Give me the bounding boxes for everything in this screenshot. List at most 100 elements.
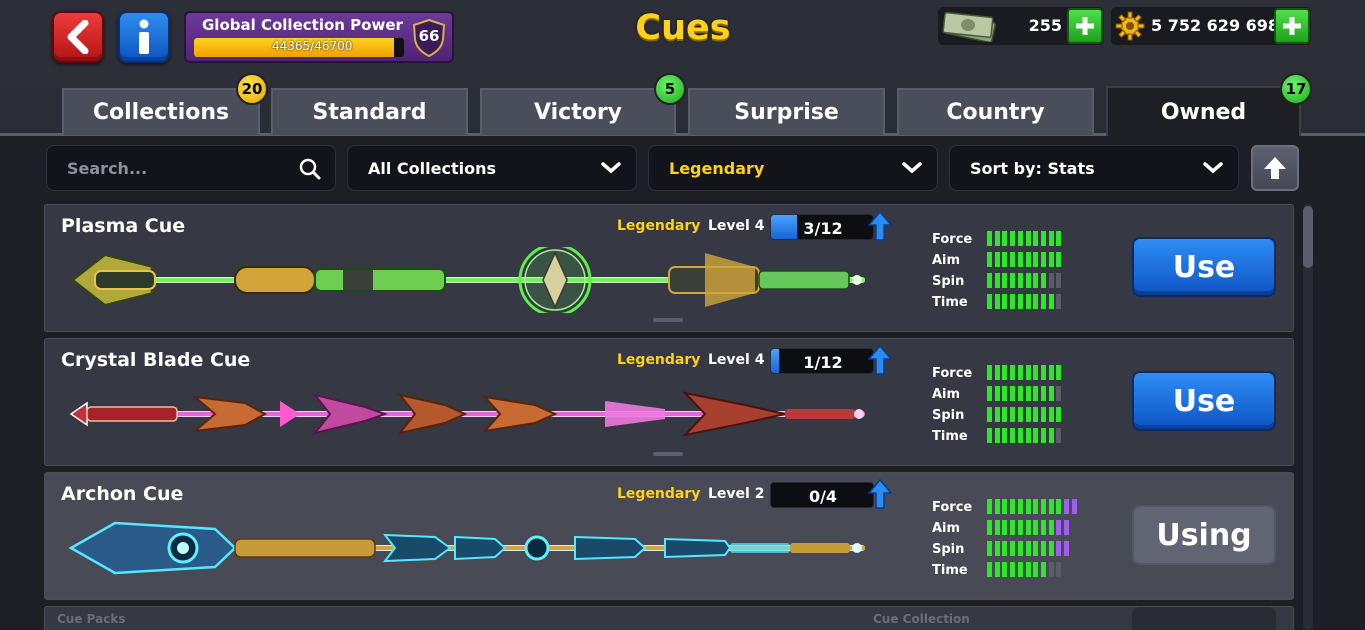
tab-victory[interactable]: Victory bbox=[480, 88, 676, 135]
add-coins-button[interactable] bbox=[1274, 8, 1310, 44]
stat-segment bbox=[1002, 231, 1008, 246]
stat-segment bbox=[1010, 252, 1016, 267]
stat-segment bbox=[1017, 407, 1023, 422]
stat-bar bbox=[987, 520, 1097, 535]
cue-upgrade-progress: 1/12 bbox=[770, 348, 874, 374]
info-button[interactable] bbox=[118, 11, 170, 63]
sort-dropdown[interactable]: Sort by: Stats bbox=[949, 145, 1239, 191]
row-drag-handle bbox=[653, 318, 683, 322]
cue-rarity: Legendary bbox=[617, 218, 701, 234]
stat-segment bbox=[1002, 407, 1008, 422]
stat-segment bbox=[1033, 386, 1039, 401]
stat-label: Aim bbox=[932, 521, 961, 536]
stat-segment bbox=[1002, 499, 1008, 514]
stat-segment bbox=[1040, 386, 1046, 401]
global-collection-power[interactable]: Global Collection Power 44365/46700 66 bbox=[184, 11, 454, 63]
stat-segment bbox=[1048, 365, 1054, 380]
stat-time: Time bbox=[932, 294, 1102, 310]
top-bar: Global Collection Power 44365/46700 66 C… bbox=[0, 0, 1365, 86]
stat-segment bbox=[1056, 499, 1062, 514]
stat-segment bbox=[1056, 562, 1062, 577]
stat-segment bbox=[1025, 231, 1031, 246]
stat-segment bbox=[1040, 541, 1046, 556]
stat-segment bbox=[1025, 520, 1031, 535]
stat-segment bbox=[1056, 294, 1062, 309]
stat-segment bbox=[1048, 231, 1054, 246]
stat-segment bbox=[1025, 541, 1031, 556]
stat-segment bbox=[1056, 541, 1062, 556]
stat-segment bbox=[994, 541, 1000, 556]
stat-force: Force bbox=[932, 365, 1102, 381]
stat-segment bbox=[1010, 499, 1016, 514]
stat-label: Spin bbox=[932, 408, 965, 423]
use-cue-button[interactable]: Use bbox=[1132, 371, 1276, 431]
tab-surprise[interactable]: Surprise bbox=[688, 88, 885, 135]
stat-segment bbox=[987, 428, 992, 443]
cue-row-plasma[interactable]: Plasma Cue Legendary Level 4 3/12 Force … bbox=[44, 204, 1294, 332]
stat-segment bbox=[994, 520, 1000, 535]
stat-segment bbox=[1010, 428, 1016, 443]
tab-standard[interactable]: Standard bbox=[271, 88, 468, 135]
search-input[interactable]: Search... bbox=[46, 145, 336, 191]
back-button[interactable] bbox=[52, 11, 104, 63]
stat-segment bbox=[1017, 541, 1023, 556]
tab-badge-victory: 5 bbox=[654, 73, 686, 105]
using-cue-button[interactable]: Using bbox=[1132, 505, 1276, 565]
crystal-blade-cue-image bbox=[69, 391, 865, 437]
cue-name: Plasma Cue bbox=[61, 215, 186, 237]
tab-label: Collections bbox=[92, 100, 230, 125]
stat-segment bbox=[1033, 407, 1039, 422]
stat-label: Force bbox=[932, 366, 973, 381]
stat-segment bbox=[1033, 252, 1039, 267]
stat-segment bbox=[1010, 365, 1016, 380]
stat-segment bbox=[1033, 541, 1039, 556]
stat-segment bbox=[1033, 562, 1039, 577]
stat-time: Time bbox=[932, 562, 1102, 578]
upgrade-arrow-icon bbox=[868, 345, 892, 375]
stat-label: Force bbox=[932, 500, 973, 515]
stat-segment bbox=[1010, 562, 1016, 577]
power-level-value: 66 bbox=[418, 27, 440, 45]
tab-label: Country bbox=[946, 100, 1045, 125]
stat-segment bbox=[1002, 541, 1008, 556]
upgrade-arrow-icon bbox=[868, 211, 892, 241]
stat-segment bbox=[1017, 273, 1023, 288]
sort-direction-button[interactable] bbox=[1251, 145, 1299, 191]
tab-owned[interactable]: Owned bbox=[1106, 86, 1301, 136]
stat-segment bbox=[1017, 428, 1023, 443]
stat-segment bbox=[987, 499, 992, 514]
stat-segment bbox=[987, 365, 992, 380]
stat-spin: Spin bbox=[932, 407, 1102, 423]
cue-row-crystal-blade[interactable]: Crystal Blade Cue Legendary Level 4 1/12… bbox=[44, 338, 1294, 466]
cue-packs-label: Cue Packs bbox=[57, 612, 126, 626]
search-icon bbox=[299, 158, 321, 180]
add-cash-button[interactable] bbox=[1067, 8, 1103, 44]
cue-level: Level 4 bbox=[708, 352, 765, 368]
stat-segment bbox=[987, 386, 992, 401]
use-cue-button[interactable]: Use bbox=[1132, 237, 1276, 297]
stat-segment bbox=[1017, 562, 1023, 577]
stat-segment bbox=[1056, 252, 1062, 267]
stat-segment bbox=[994, 562, 1000, 577]
rarity-dropdown[interactable]: Legendary bbox=[648, 145, 938, 191]
tab-label: Standard bbox=[312, 100, 427, 125]
stat-bar bbox=[987, 499, 1097, 514]
stat-force: Force bbox=[932, 231, 1102, 247]
stat-segment bbox=[1056, 386, 1062, 401]
stat-segment bbox=[1025, 386, 1031, 401]
search-placeholder: Search... bbox=[67, 159, 148, 178]
cue-row-partial[interactable] bbox=[44, 606, 1294, 630]
cue-level: Level 2 bbox=[708, 486, 765, 502]
cash-display: 255 bbox=[938, 7, 1104, 45]
stat-segment bbox=[1017, 520, 1023, 535]
tab-collections[interactable]: Collections bbox=[62, 88, 260, 135]
scrollbar-thumb[interactable] bbox=[1303, 206, 1313, 268]
partial-button[interactable] bbox=[1132, 607, 1276, 630]
global-power-label: Global Collection Power bbox=[202, 16, 403, 34]
stat-segment bbox=[1040, 231, 1046, 246]
chevron-down-icon bbox=[1203, 162, 1223, 174]
cue-progress-text: 1/12 bbox=[803, 353, 843, 372]
cue-row-archon[interactable]: Archon Cue Legendary Level 2 0/4 Force A… bbox=[44, 472, 1294, 600]
tab-country[interactable]: Country bbox=[897, 88, 1094, 135]
collection-dropdown[interactable]: All Collections bbox=[347, 145, 637, 191]
